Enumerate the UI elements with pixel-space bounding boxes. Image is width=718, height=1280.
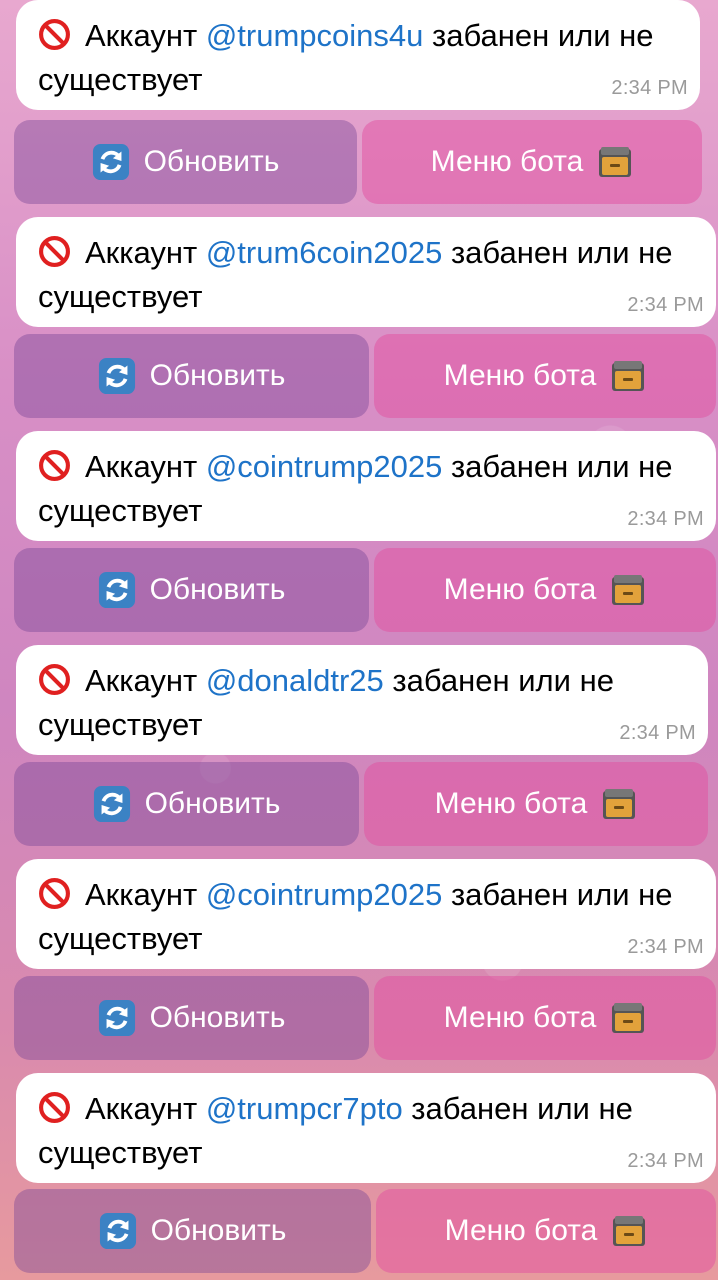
message-timestamp: 2:34 PM xyxy=(627,1150,704,1172)
account-handle-link[interactable]: @donaldtr25 xyxy=(206,663,384,698)
refresh-button[interactable]: Обновить xyxy=(14,976,369,1060)
refresh-button[interactable]: Обновить xyxy=(14,1189,371,1273)
refresh-button[interactable]: Обновить xyxy=(14,548,369,632)
message-bubble: Аккаунт @trum6coin2025 забанен или не су… xyxy=(16,217,716,327)
refresh-arrows-icon xyxy=(98,999,135,1037)
message-prefix: Аккаунт xyxy=(85,235,206,270)
file-cabinet-icon xyxy=(599,147,632,177)
account-handle-link[interactable]: @trumpcoins4u xyxy=(206,18,424,53)
message-timestamp: 2:34 PM xyxy=(611,77,688,99)
message-bubble: Аккаунт @trumpcoins4u забанен или не сущ… xyxy=(16,0,700,110)
account-handle-link[interactable]: @cointrump2025 xyxy=(206,877,443,912)
message-prefix: Аккаунт xyxy=(85,18,206,53)
bot-menu-button-label: Меню бота xyxy=(443,1001,597,1034)
no-entry-icon xyxy=(39,664,70,695)
account-handle-link[interactable]: @trum6coin2025 xyxy=(206,235,443,270)
bot-menu-button-label: Меню бота xyxy=(430,145,584,178)
message-prefix: Аккаунт xyxy=(85,449,206,484)
bot-menu-button[interactable]: Меню бота xyxy=(376,1189,716,1273)
message-text: Аккаунт @donaldtr25 забанен или не сущес… xyxy=(38,659,686,747)
refresh-button-label: Обновить xyxy=(149,1001,286,1034)
refresh-button[interactable]: Обновить xyxy=(14,334,369,418)
message-timestamp: 2:34 PM xyxy=(619,722,696,744)
message-text: Аккаунт @trumpcr7pto забанен или не суще… xyxy=(38,1087,694,1175)
message-timestamp: 2:34 PM xyxy=(627,508,704,530)
refresh-arrows-icon xyxy=(92,143,129,181)
file-cabinet-icon xyxy=(612,1003,645,1033)
file-cabinet-icon xyxy=(613,1216,646,1246)
message-text: Аккаунт @cointrump2025 забанен или не су… xyxy=(38,445,694,533)
file-cabinet-icon xyxy=(612,575,645,605)
refresh-button[interactable]: Обновить xyxy=(14,120,357,204)
refresh-button-label: Обновить xyxy=(143,145,280,178)
message-bubble: Аккаунт @cointrump2025 забанен или не су… xyxy=(16,431,716,541)
bot-menu-button[interactable]: Меню бота xyxy=(362,120,702,204)
no-entry-icon xyxy=(39,450,70,481)
refresh-button-label: Обновить xyxy=(144,787,281,820)
refresh-button[interactable]: Обновить xyxy=(14,762,359,846)
refresh-arrows-icon xyxy=(93,785,130,823)
refresh-arrows-icon xyxy=(98,571,135,609)
bot-menu-button[interactable]: Меню бота xyxy=(364,762,708,846)
message-prefix: Аккаунт xyxy=(85,1091,206,1126)
refresh-button-label: Обновить xyxy=(150,1214,287,1247)
message-timestamp: 2:34 PM xyxy=(627,936,704,958)
refresh-arrows-icon xyxy=(99,1212,136,1250)
bot-menu-button-label: Меню бота xyxy=(434,787,588,820)
refresh-button-label: Обновить xyxy=(149,359,286,392)
bot-menu-button-label: Меню бота xyxy=(444,1214,598,1247)
bot-menu-button-label: Меню бота xyxy=(443,359,597,392)
no-entry-icon xyxy=(39,878,70,909)
message-prefix: Аккаунт xyxy=(85,663,206,698)
account-handle-link[interactable]: @cointrump2025 xyxy=(206,449,443,484)
file-cabinet-icon xyxy=(612,361,645,391)
message-prefix: Аккаунт xyxy=(85,877,206,912)
message-bubble: Аккаунт @trumpcr7pto забанен или не суще… xyxy=(16,1073,716,1183)
refresh-button-label: Обновить xyxy=(149,573,286,606)
no-entry-icon xyxy=(39,19,70,50)
message-bubble: Аккаунт @donaldtr25 забанен или не сущес… xyxy=(16,645,708,755)
message-timestamp: 2:34 PM xyxy=(627,294,704,316)
bot-menu-button-label: Меню бота xyxy=(443,573,597,606)
bot-menu-button[interactable]: Меню бота xyxy=(374,334,716,418)
message-bubble: Аккаунт @cointrump2025 забанен или не су… xyxy=(16,859,716,969)
account-handle-link[interactable]: @trumpcr7pto xyxy=(206,1091,403,1126)
message-text: Аккаунт @trumpcoins4u забанен или не сущ… xyxy=(38,14,678,102)
file-cabinet-icon xyxy=(603,789,636,819)
no-entry-icon xyxy=(39,1092,70,1123)
message-text: Аккаунт @cointrump2025 забанен или не су… xyxy=(38,873,694,961)
bot-menu-button[interactable]: Меню бота xyxy=(374,548,716,632)
bot-menu-button[interactable]: Меню бота xyxy=(374,976,716,1060)
refresh-arrows-icon xyxy=(98,357,135,395)
no-entry-icon xyxy=(39,236,70,267)
message-text: Аккаунт @trum6coin2025 забанен или не су… xyxy=(38,231,694,319)
